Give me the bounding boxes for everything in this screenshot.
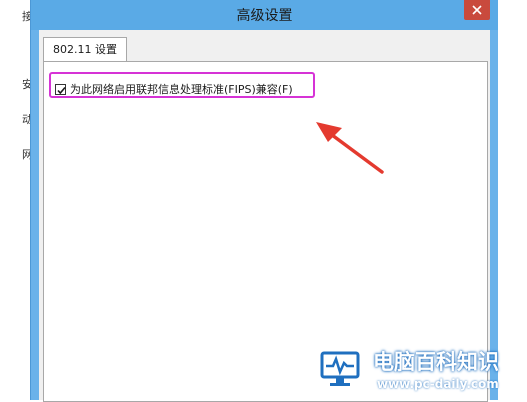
dialog-title: 高级设置 [236,8,293,24]
watermark-logo: 电脑百科知识 www.pc-daily.com [305,337,527,400]
watermark-title: 电脑百科知识 [373,350,499,374]
close-icon [472,5,482,15]
title-bar[interactable]: 高级设置 [31,0,498,30]
tab-802-11-settings[interactable]: 802.11 设置 [43,37,127,62]
fips-option[interactable]: 为此网络启用联邦信息处理标准(FIPS)兼容(F) [55,81,293,97]
watermark-url: www.pc-daily.com [377,377,499,391]
close-button[interactable] [464,0,490,20]
background-window: 接 安 动 网 [0,0,33,400]
monitor-icon [313,341,367,395]
red-arrow-annotation [316,122,384,174]
fips-checkbox[interactable] [55,83,66,95]
fips-option-label: 为此网络启用联邦信息处理标准(FIPS)兼容(F) [70,83,293,96]
checkmark-icon [57,86,66,94]
